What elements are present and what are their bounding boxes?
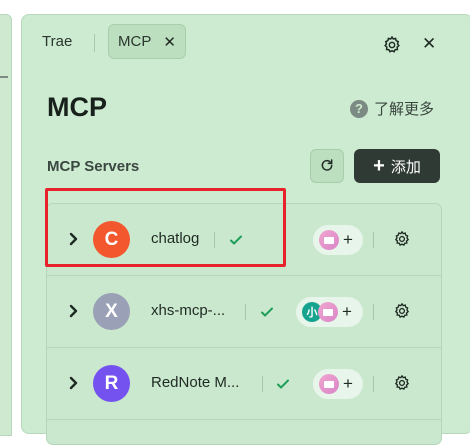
tab-separator xyxy=(94,34,95,52)
divider xyxy=(373,376,374,392)
divider xyxy=(373,304,374,320)
tools-pill[interactable]: 小 + xyxy=(296,297,363,327)
tools-pill[interactable]: + xyxy=(313,225,363,255)
server-settings-gear-icon[interactable] xyxy=(393,374,411,392)
left-side-panel-edge xyxy=(0,14,12,436)
server-settings-gear-icon[interactable] xyxy=(393,230,411,248)
chevron-right-icon[interactable] xyxy=(68,301,80,321)
mail-icon xyxy=(319,374,339,394)
learn-more-label: 了解更多 xyxy=(374,101,435,118)
server-name: xhs-mcp-... xyxy=(151,302,226,319)
check-icon xyxy=(277,379,289,389)
add-server-button[interactable]: + 添加 xyxy=(354,149,440,183)
panel-close-icon[interactable]: ✕ xyxy=(422,34,436,54)
page-title: MCP xyxy=(47,92,107,122)
add-server-label: 添加 xyxy=(390,158,421,176)
add-tool-icon: + xyxy=(343,374,353,393)
check-icon xyxy=(261,307,273,317)
settings-gear-icon[interactable] xyxy=(382,35,402,55)
mail-icon xyxy=(318,302,338,322)
avatar: X xyxy=(93,293,130,330)
server-settings-gear-icon[interactable] xyxy=(393,302,411,320)
learn-more-link[interactable]: ? 了解更多 xyxy=(350,98,434,119)
tab-mcp[interactable]: MCP ✕ xyxy=(108,24,186,59)
server-row-rednote[interactable]: R RedNote M... + xyxy=(47,348,441,420)
chevron-right-icon[interactable] xyxy=(68,373,80,393)
server-row-xhs-mcp[interactable]: X xhs-mcp-... 小 + xyxy=(47,276,441,348)
mail-icon xyxy=(319,230,339,250)
tab-close-icon[interactable]: ✕ xyxy=(163,33,176,51)
highlight-box xyxy=(45,188,286,267)
tab-mcp-label: MCP xyxy=(118,33,152,50)
add-tool-icon: + xyxy=(343,230,353,249)
left-panel-divider xyxy=(0,76,8,78)
avatar: R xyxy=(93,365,130,402)
tab-trae[interactable]: Trae xyxy=(42,24,72,59)
plus-icon: + xyxy=(373,155,385,177)
divider xyxy=(373,232,374,248)
add-tool-icon: + xyxy=(342,302,352,321)
tab-trae-label: Trae xyxy=(42,33,73,50)
mcp-servers-heading: MCP Servers xyxy=(47,158,140,175)
divider xyxy=(262,376,263,392)
divider xyxy=(245,304,246,320)
server-name: RedNote M... xyxy=(151,374,240,391)
tools-pill[interactable]: + xyxy=(313,369,363,399)
refresh-button[interactable] xyxy=(310,149,344,183)
help-icon: ? xyxy=(350,99,368,118)
refresh-icon xyxy=(321,159,333,171)
